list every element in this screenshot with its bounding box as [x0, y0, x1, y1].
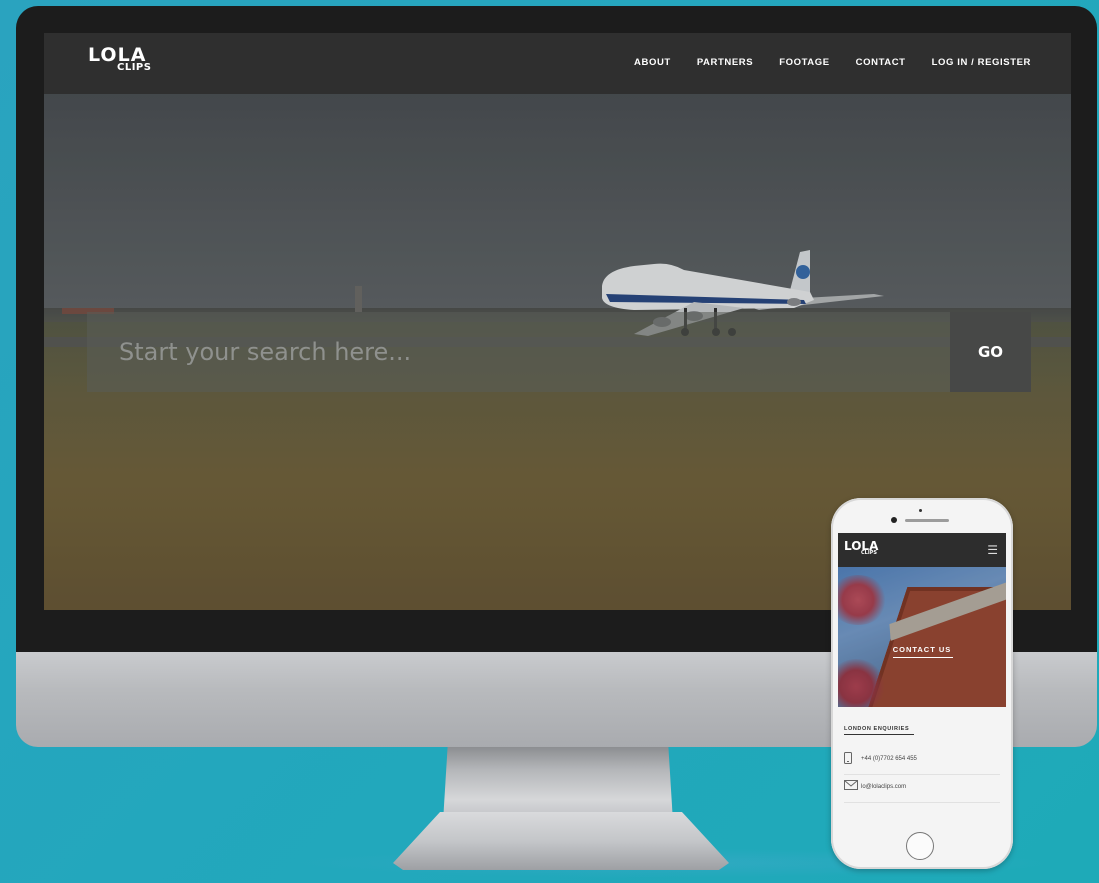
- phone-screen: LOLA CLIPS ☰ CONTACT US LONDON ENQUIRIES…: [838, 533, 1006, 830]
- monitor-stand-neck: [443, 747, 673, 822]
- hamburger-icon[interactable]: ☰: [987, 544, 998, 556]
- go-button[interactable]: GO: [950, 312, 1031, 392]
- mobile-hero-title: CONTACT US: [892, 645, 952, 654]
- contact-row-phone[interactable]: +44 (0)7702 654 455: [844, 748, 1000, 775]
- section-underline: [844, 734, 914, 735]
- mobile-logo-line2: CLIPS: [861, 550, 877, 556]
- search-bar: GO: [87, 312, 1031, 392]
- search-input[interactable]: [87, 312, 950, 392]
- contact-email-text: lo@lolaclips.com: [861, 784, 907, 790]
- phone-sensor: [919, 509, 922, 512]
- mobile-hero-image: CONTACT US: [838, 567, 1006, 707]
- phone-home-button[interactable]: [906, 832, 934, 860]
- nav-partners[interactable]: PARTNERS: [697, 57, 753, 68]
- site-logo[interactable]: LOLA CLIPS: [88, 46, 151, 73]
- phone-device: LOLA CLIPS ☰ CONTACT US LONDON ENQUIRIES…: [831, 498, 1013, 869]
- logo-line2: CLIPS: [117, 62, 152, 73]
- phone-camera: [891, 517, 897, 523]
- monitor-stand-base: [393, 812, 729, 870]
- nav-contact[interactable]: CONTACT: [856, 57, 906, 68]
- section-title: LONDON ENQUIRIES: [844, 726, 910, 732]
- contact-row-email[interactable]: lo@lolaclips.com: [844, 776, 1000, 803]
- mobile-hero-overlay: [838, 567, 1006, 707]
- contact-phone-text: +44 (0)7702 654 455: [861, 756, 917, 762]
- phone-speaker: [905, 519, 949, 522]
- site-header: LOLA CLIPS ABOUT PARTNERS FOOTAGE CONTAC…: [44, 33, 1071, 94]
- mobile-logo[interactable]: LOLA CLIPS: [844, 540, 878, 556]
- phone-icon: [844, 752, 852, 764]
- nav-login-register[interactable]: LOG IN / REGISTER: [932, 57, 1031, 68]
- envelope-icon: [844, 780, 858, 790]
- mobile-header: LOLA CLIPS ☰: [838, 533, 1006, 567]
- nav-about[interactable]: ABOUT: [634, 57, 671, 68]
- main-nav: ABOUT PARTNERS FOOTAGE CONTACT LOG IN / …: [634, 57, 1031, 68]
- nav-footage[interactable]: FOOTAGE: [779, 57, 829, 68]
- mobile-hero-underline: [893, 657, 953, 658]
